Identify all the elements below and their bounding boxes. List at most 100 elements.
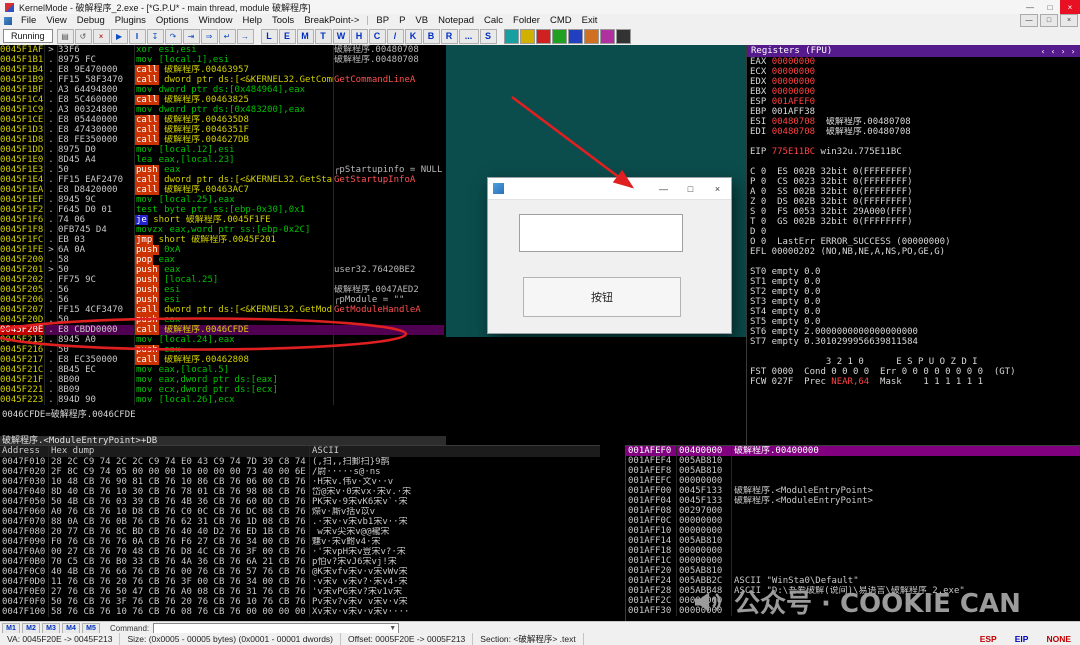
plugin-icon-teal[interactable]	[503, 28, 519, 44]
bookmark-button-m3[interactable]: M3	[42, 622, 60, 634]
disasm-row[interactable]: 0045F1B9. FF15 58F3470 call dword ptr ds:[…	[0, 75, 444, 85]
disasm-row[interactable]: 0045F206. 56 push esi ┌pModule = ""	[0, 295, 444, 305]
step-over-icon[interactable]: ↷	[164, 28, 182, 44]
letter-button-b[interactable]: B	[422, 28, 440, 44]
disasm-row[interactable]: 0045F1F6. 74 06 je short 破解程序.0045F1FE	[0, 215, 444, 225]
go-to-address-icon[interactable]: →	[236, 28, 254, 44]
disasm-row[interactable]: 0045F1B1. 8975 FC mov [local.1],esi 破解程序.00…	[0, 55, 444, 65]
disasm-row[interactable]: 0045F1C4. E8 5C460000 call 破解程序.00463825	[0, 95, 444, 105]
stack-row[interactable]: 001AFF0C 00000000	[626, 516, 1080, 526]
dialog-title-bar[interactable]: — □ ×	[488, 178, 731, 200]
dialog-close-button[interactable]: ×	[704, 178, 731, 199]
dump-row[interactable]: 0047F0E0 27 76 CB 76 50 47 CB 76 A0 08 CB…	[0, 587, 600, 597]
dialog-maximize-button[interactable]: □	[677, 178, 704, 199]
dump-row[interactable]: 0047F030 10 48 CB 76 90 81 CB 76 10 86 CB…	[0, 477, 600, 487]
disasm-row[interactable]: 0045F205. 56 push esi 破解程序.0047AED2	[0, 285, 444, 295]
dump-row[interactable]: 0047F070 88 0A CB 76 0B 76 CB 76 62 31 CB…	[0, 517, 600, 527]
disasm-row[interactable]: 0045F1F8. 0FB745 D4 movzx eax,word ptr ss:…	[0, 225, 444, 235]
disasm-row[interactable]: 0045F20E. E8 CBDD0000 call 破解程序.0046CFDE	[0, 325, 444, 335]
trace-into-icon[interactable]: ⇥	[182, 28, 200, 44]
mdi-close-button[interactable]: ×	[1060, 14, 1078, 27]
registers-scroll-arrow-3[interactable]: ›	[1068, 47, 1078, 56]
bookmark-button-m4[interactable]: M4	[62, 622, 80, 634]
registers-scroll-arrow-0[interactable]: ‹	[1038, 47, 1048, 56]
letter-button-l[interactable]: L	[260, 28, 278, 44]
letter-button-r[interactable]: R	[440, 28, 458, 44]
dump-row[interactable]: 0047F090 F0 76 CB 76 76 0A CB 76 F6 27 CB…	[0, 537, 600, 547]
disasm-row[interactable]: 0045F216. 50 push eax	[0, 345, 444, 355]
disasm-row[interactable]: 0045F1C9. A3 00324800 mov dword ptr ds:[0x…	[0, 105, 444, 115]
disasm-row[interactable]: 0045F1FE >6A 0A push 0xA	[0, 245, 444, 255]
disasm-row[interactable]: 0045F20D. 50 push eax	[0, 315, 444, 325]
disasm-row[interactable]: 0045F1FC. EB 03 jmp short 破解程序.0045F201	[0, 235, 444, 245]
dialog-minimize-button[interactable]: —	[650, 178, 677, 199]
letter-button-c[interactable]: C	[368, 28, 386, 44]
menu-item-tools[interactable]: Tools	[267, 15, 299, 26]
plugin-icon-magenta[interactable]	[599, 28, 615, 44]
dump-row[interactable]: 0047F0D0 11 76 CB 76 20 76 CB 76 3F 00 CB…	[0, 577, 600, 587]
disasm-row[interactable]: 0045F217. E8 EC350000 call 破解程序.00462808	[0, 355, 444, 365]
stack-row[interactable]: 001AFEFC 00000000	[626, 476, 1080, 486]
disasm-row[interactable]: 0045F1EF. 8945 9C mov [local.25],eax	[0, 195, 444, 205]
disasm-row[interactable]: 0045F207. FF15 4CF3470 call dword ptr ds:[…	[0, 305, 444, 315]
disasm-row[interactable]: 0045F1CE. E8 05440000 call 破解程序.004635D8	[0, 115, 444, 125]
stack-row[interactable]: 001AFF18 00000000	[626, 546, 1080, 556]
disasm-row[interactable]: 0045F21F. 8B00 mov eax,dword ptr ds:[eax]	[0, 375, 444, 385]
registers-scroll-arrow-1[interactable]: ‹	[1048, 47, 1058, 56]
plugin-icon-orange[interactable]	[583, 28, 599, 44]
open-file-icon[interactable]: ▤	[56, 28, 74, 44]
close-program-icon[interactable]: ×	[92, 28, 110, 44]
menu-item-options[interactable]: Options	[151, 15, 194, 26]
stack-row[interactable]: 001AFF08 00297000	[626, 506, 1080, 516]
disasm-row[interactable]: 0045F1B4. E8 9E470000 call 破解程序.00463957	[0, 65, 444, 75]
bookmark-button-m5[interactable]: M5	[82, 622, 100, 634]
run-icon[interactable]: ▶	[110, 28, 128, 44]
registers-pane[interactable]: Registers (FPU) ‹ ‹ › › EAX 00000000 ECX 000…	[746, 45, 1080, 445]
stack-row[interactable]: 001AFF04 0045F133 破解程序.<ModuleEntryPoint>	[626, 496, 1080, 506]
stack-row[interactable]: 001AFF20 005AB810	[626, 566, 1080, 576]
bookmark-button-m2[interactable]: M2	[22, 622, 40, 634]
disasm-row[interactable]: 0045F1EA. E8 D8420000 call 破解程序.00463AC7	[0, 185, 444, 195]
stack-row[interactable]: 001AFF14 005AB810	[626, 536, 1080, 546]
mdi-minimize-button[interactable]: —	[1020, 14, 1038, 27]
maximize-button[interactable]: □	[1040, 0, 1060, 14]
dump-row[interactable]: 0047F0C0 40 4B CB 76 66 76 CB 76 00 76 CB…	[0, 567, 600, 577]
letter-button-w[interactable]: W	[332, 28, 350, 44]
plugin-menu-item-vb[interactable]: VB	[410, 15, 433, 26]
disasm-row[interactable]: 0045F221. 8B09 mov ecx,dword ptr ds:[ecx]	[0, 385, 444, 395]
disasm-row[interactable]: 0045F1BF. A3 64494800 mov dword ptr ds:[0x…	[0, 85, 444, 95]
letter-button-e[interactable]: E	[278, 28, 296, 44]
menu-item-window[interactable]: Window	[194, 15, 238, 26]
dump-row[interactable]: 0047F0B0 70 C5 CB 76 B0 33 CB 76 4A 36 CB…	[0, 557, 600, 567]
dump-row[interactable]: 0047F020 2F 8C C9 74 05 00 00 00 10 00 00…	[0, 467, 600, 477]
dialog-button[interactable]: 按钮	[523, 277, 681, 317]
dump-row[interactable]: 0047F050 50 4B CB 76 03 39 CB 76 4B 36 CB…	[0, 497, 600, 507]
restart-icon[interactable]: ↺	[74, 28, 92, 44]
dialog-text-input[interactable]	[519, 214, 683, 252]
plugin-icon-green[interactable]	[551, 28, 567, 44]
dump-row[interactable]: 0047F0A0 00 27 CB 76 70 48 CB 76 D8 4C CB…	[0, 547, 600, 557]
dump-row[interactable]: 0047F080 20 77 CB 76 8C BD CB 76 40 40 D2…	[0, 527, 600, 537]
disasm-row[interactable]: 0045F1AF >33F6 xor esi,esi 破解程序.00480708	[0, 45, 444, 55]
pause-icon[interactable]: ‖	[128, 28, 146, 44]
disasm-row[interactable]: 0045F1E3. 50 push eax ┌pStartupinfo = NULL	[0, 165, 444, 175]
stack-row[interactable]: 001AFF1C 00000000	[626, 556, 1080, 566]
menu-item-help[interactable]: Help	[237, 15, 267, 26]
plugin-menu-item-cmd[interactable]: CMD	[545, 15, 577, 26]
disasm-row[interactable]: 0045F1D8. E8 FE350000 call 破解程序.004627DB	[0, 135, 444, 145]
stack-row[interactable]: 001AFEF8 005AB810	[626, 466, 1080, 476]
plugin-menu-item-p[interactable]: P	[394, 15, 410, 26]
dump-row[interactable]: 0047F060 A0 76 CB 76 10 D8 CB 76 C0 0C CB…	[0, 507, 600, 517]
menu-item-plugins[interactable]: Plugins	[110, 15, 151, 26]
minimize-button[interactable]: —	[1020, 0, 1040, 14]
plugin-menu-item-calc[interactable]: Calc	[479, 15, 508, 26]
disasm-row[interactable]: 0045F200. 58 pop eax	[0, 255, 444, 265]
letter-button-k[interactable]: K	[404, 28, 422, 44]
dump-row[interactable]: 0047F040 8D 40 CB 76 10 30 CB 76 78 01 CB…	[0, 487, 600, 497]
plugin-icon-dark[interactable]	[615, 28, 631, 44]
menu-item-file[interactable]: File	[16, 15, 41, 26]
letter-button-t[interactable]: T	[314, 28, 332, 44]
plugin-icon-yellow[interactable]	[519, 28, 535, 44]
dump-row[interactable]: 0047F010 28 2C C9 74 2C 2C C9 74 E0 43 C9…	[0, 457, 600, 467]
letter-button-m[interactable]: M	[296, 28, 314, 44]
